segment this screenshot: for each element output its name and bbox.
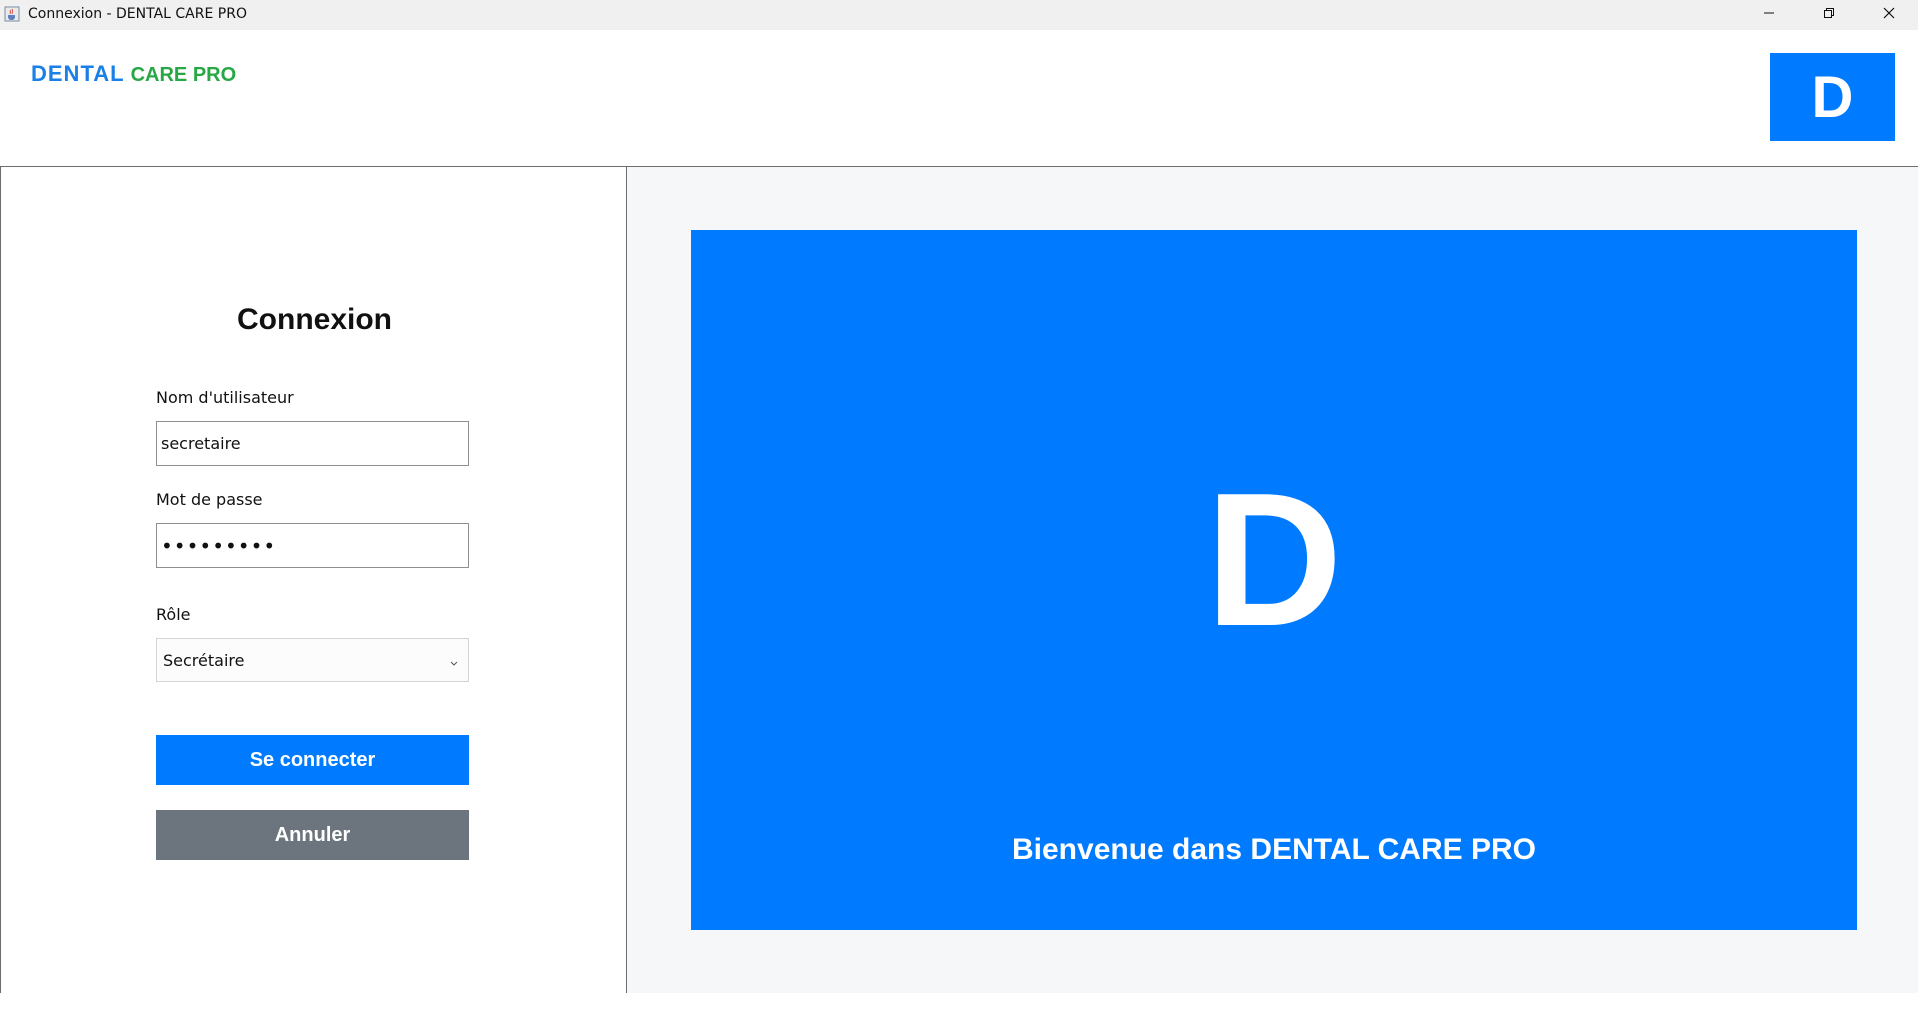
welcome-card: D Bienvenue dans DENTAL CARE PRO (691, 230, 1857, 930)
welcome-message: Bienvenue dans DENTAL CARE PRO (1012, 833, 1536, 866)
minimize-button[interactable] (1740, 0, 1798, 30)
login-panel: Connexion Nom d'utilisateur Mot de passe… (0, 167, 627, 993)
role-label: Rôle (156, 605, 191, 624)
minimize-icon (1763, 6, 1775, 24)
close-icon (1883, 6, 1895, 24)
app-header: DENTAL CARE PRO D (0, 30, 1918, 167)
role-select[interactable]: Secrétaire (156, 638, 469, 682)
login-button[interactable]: Se connecter (156, 735, 469, 785)
logo-care-pro-text: CARE PRO (130, 64, 237, 86)
window-title: Connexion - DENTAL CARE PRO (28, 6, 247, 22)
login-title: Connexion (237, 303, 392, 336)
header-logo-badge: D (1770, 53, 1895, 141)
cancel-button[interactable]: Annuler (156, 810, 469, 860)
window-titlebar[interactable]: Connexion - DENTAL CARE PRO (0, 0, 1918, 30)
restore-button[interactable] (1800, 0, 1858, 30)
close-button[interactable] (1860, 0, 1918, 30)
welcome-logo-letter: D (1205, 454, 1343, 666)
java-cup-icon (4, 6, 20, 22)
username-input[interactable] (156, 421, 469, 466)
chevron-down-icon (448, 654, 460, 666)
password-label: Mot de passe (156, 490, 263, 509)
password-input[interactable] (156, 523, 469, 568)
window-bottom-edge (0, 993, 1918, 1017)
welcome-panel: D Bienvenue dans DENTAL CARE PRO (627, 167, 1918, 993)
app-logo: DENTAL CARE PRO (31, 61, 236, 87)
role-select-value: Secrétaire (163, 650, 245, 670)
logo-dental-text: DENTAL (31, 61, 125, 86)
username-label: Nom d'utilisateur (156, 388, 294, 407)
restore-icon (1823, 6, 1835, 24)
